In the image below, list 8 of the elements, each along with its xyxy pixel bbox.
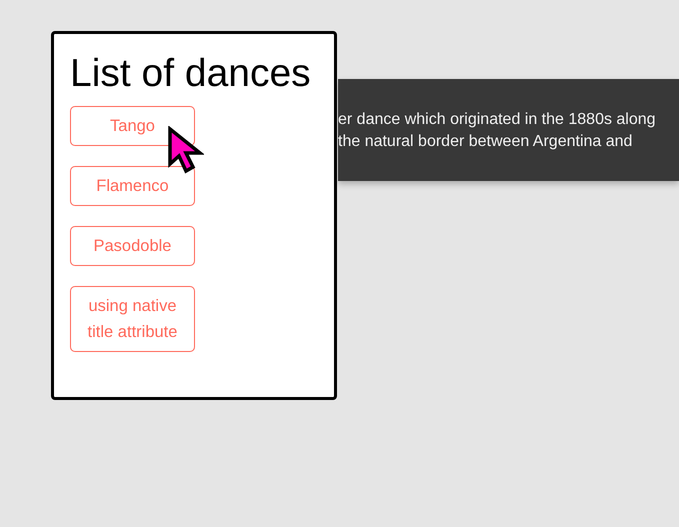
tooltip-text-line: the natural border between Argentina and bbox=[338, 132, 632, 152]
card-title: List of dances bbox=[70, 54, 312, 93]
cursor-icon bbox=[167, 126, 204, 174]
dance-button[interactable]: Tango bbox=[70, 106, 195, 146]
dance-button[interactable]: using native title attribute bbox=[70, 286, 195, 352]
tooltip-text-line: er dance which originated in the 1880s along bbox=[338, 110, 656, 130]
dance-button[interactable]: Flamenco bbox=[70, 166, 195, 206]
dance-button[interactable]: Pasodoble bbox=[70, 226, 195, 266]
